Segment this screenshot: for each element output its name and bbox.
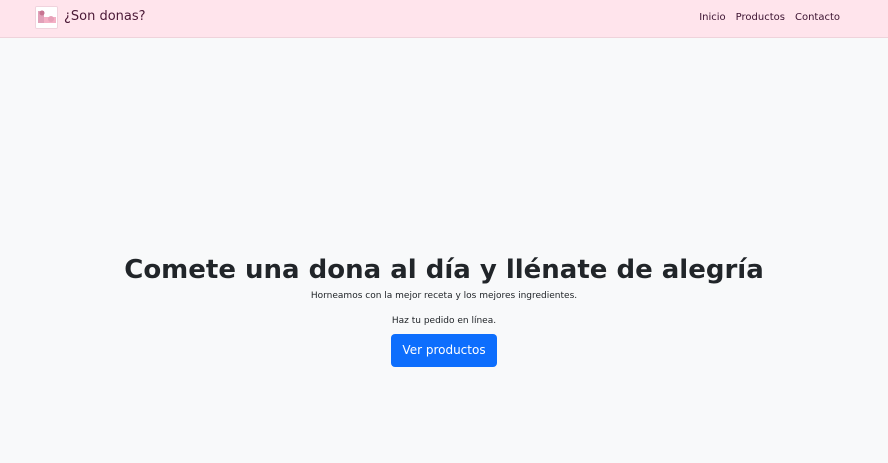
brand-name: ¿Son donas? [64,9,146,24]
nav-link-contacto[interactable]: Contacto [795,11,840,25]
hero-subtitle: Horneamos con la mejor receta y los mejo… [310,291,578,301]
donut-logo-icon [35,5,58,29]
nav-link-productos[interactable]: Productos [736,11,785,25]
hero-order-text: Haz tu pedido en línea. [391,316,497,326]
hero-section: Comete una dona al día y llénate de aleg… [0,254,888,367]
nav-link-inicio[interactable]: Inicio [699,11,725,25]
view-products-button[interactable]: Ver productos [391,334,497,367]
main-navigation: Inicio Productos Contacto [699,11,840,25]
brand-link[interactable]: ¿Son donas? [35,5,146,29]
navbar: ¿Son donas? Inicio Productos Contacto [0,0,888,38]
hero-title: Comete una dona al día y llénate de aleg… [124,255,764,285]
